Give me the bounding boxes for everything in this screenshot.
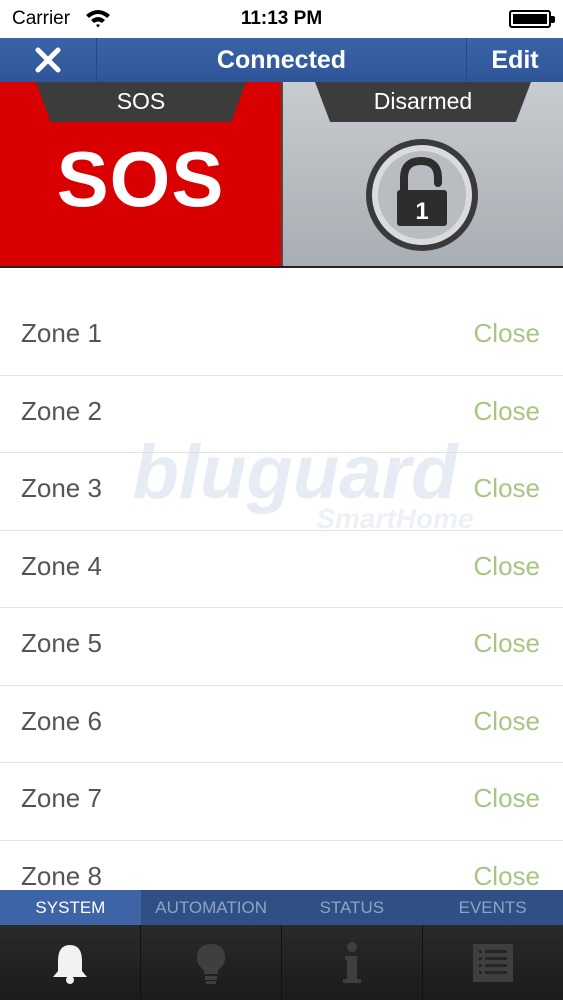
close-icon (35, 47, 61, 73)
close-button[interactable] (0, 38, 97, 82)
zone-name: Zone 7 (21, 783, 102, 813)
zone-name: Zone 5 (21, 628, 102, 658)
zone-state: Close (473, 705, 540, 736)
zone-row[interactable]: Zone 1 Close (0, 298, 563, 376)
event-list-icon (473, 943, 513, 982)
zone-state: Close (473, 783, 540, 813)
zone-name: Zone 3 (21, 473, 102, 503)
zone-state: Close (473, 550, 540, 581)
zone-name: Zone 2 (21, 395, 102, 426)
tab-label-status[interactable]: STATUS (282, 890, 423, 925)
tab-label-events[interactable]: EVENTS (422, 890, 563, 925)
lock-number: 1 (415, 198, 428, 225)
edit-button[interactable]: Edit (466, 38, 563, 82)
zone-name: Zone 4 (21, 550, 102, 581)
arm-state-label: Disarmed (315, 82, 531, 122)
info-icon (343, 941, 361, 983)
zone-state: Close (473, 628, 540, 658)
arm-state-panel[interactable]: Disarmed 1 (283, 82, 563, 266)
zone-row[interactable]: Zone 5 Close (0, 608, 563, 686)
tab-label-automation[interactable]: AUTOMATION (141, 890, 282, 925)
connection-title: Connected (216, 46, 347, 74)
tab-events[interactable] (423, 925, 563, 1000)
bell-icon (53, 944, 87, 984)
tab-bar-labels: SYSTEM AUTOMATION STATUS EVENTS (0, 890, 563, 925)
battery-icon (509, 10, 555, 28)
tab-status[interactable] (282, 925, 423, 1000)
mode-panels: SOS SOS Disarmed 1 (0, 82, 563, 268)
lightbulb-icon (197, 943, 225, 984)
sos-button-text: SOS (56, 135, 225, 223)
sos-tab-label: SOS (36, 82, 246, 122)
zone-name: Zone 8 (21, 860, 102, 891)
zone-row[interactable]: Zone 4 Close (0, 531, 563, 608)
zone-row[interactable]: Zone 3 Close (0, 453, 563, 531)
tab-label-system[interactable]: SYSTEM (0, 890, 141, 925)
unlocked-padlock-icon: 1 (363, 136, 481, 254)
zone-state: Close (473, 318, 540, 348)
clock: 11:13 PM (240, 8, 323, 29)
status-bar: Carrier 11:13 PM (0, 0, 563, 38)
zone-row[interactable]: Zone 7 Close (0, 763, 563, 841)
tab-system[interactable] (0, 925, 141, 1000)
zone-name: Zone 1 (21, 318, 102, 348)
nav-bar: Connected Edit (0, 38, 563, 82)
zone-state: Close (473, 860, 540, 891)
zone-name: Zone 6 (21, 705, 102, 736)
zone-state: Close (473, 395, 540, 426)
tab-bar-icons (0, 925, 563, 1000)
zone-row[interactable]: Zone 6 Close (0, 686, 563, 763)
zone-row[interactable]: Zone 2 Close (0, 376, 563, 453)
zone-list: Zone 1 Close Zone 2 Close Zone 3 Close Zone 4 C… (0, 298, 563, 918)
sos-panel[interactable]: SOS SOS (0, 82, 281, 266)
tab-automation[interactable] (141, 925, 282, 1000)
zone-state: Close (473, 473, 540, 503)
